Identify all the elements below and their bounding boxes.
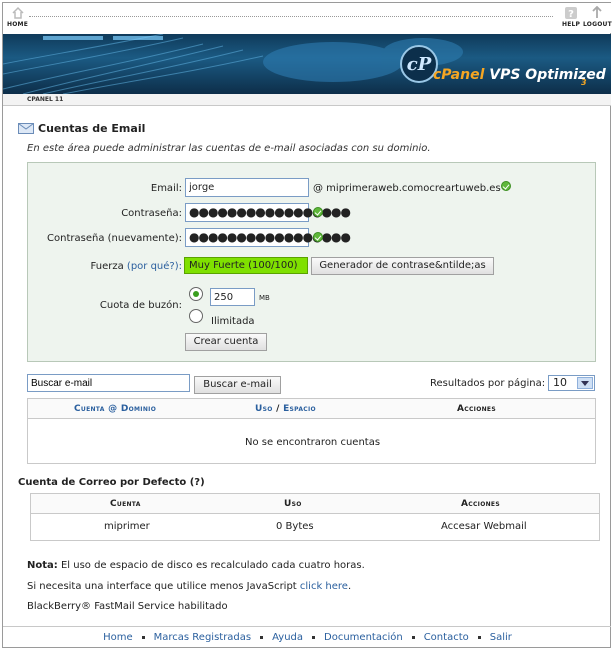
home-label: HOME — [7, 21, 28, 28]
strength-value: Muy Fuerte (100/100) — [189, 260, 298, 271]
footer-separator — [477, 635, 481, 639]
footer-logout-link[interactable]: Salir — [490, 632, 512, 643]
top-nav: HOME ? HELP LOGOUT — [3, 3, 612, 33]
footer-divider — [3, 626, 611, 627]
results-per-page-select[interactable]: 10 — [548, 375, 595, 391]
logout-icon — [592, 6, 603, 18]
header-banner: cP cPanel VPS Optimized 3 — [3, 34, 611, 94]
default-col-usage: Uso — [284, 499, 302, 509]
accounts-table: Cuenta @ Dominio Uso / Espacio Acciones … — [27, 398, 596, 464]
page-heading: Cuentas de Email — [18, 120, 145, 136]
svg-text:?: ? — [568, 9, 574, 20]
sort-by-usage[interactable]: Uso / Espacio — [255, 404, 316, 414]
results-per-page-label: Resultados por página: — [430, 378, 546, 389]
empty-message: No se encontraron cuentas — [245, 437, 381, 448]
default-account-heading: Cuenta de Correo por Defecto (?) — [18, 477, 205, 488]
strength-meter: Muy Fuerte (100/100) — [184, 257, 308, 274]
webmail-link[interactable]: Accesar Webmail — [441, 521, 527, 532]
quota-limited-radio[interactable] — [189, 287, 203, 301]
sort-by-account[interactable]: Cuenta @ Dominio — [74, 404, 156, 414]
create-account-form: Email: @ miprimeraweb.comocreartuweb.es … — [27, 162, 596, 362]
password-ok-icon — [313, 207, 323, 217]
js-note-end: . — [347, 581, 352, 592]
accounts-table-header: Cuenta @ Dominio Uso / Espacio Acciones — [28, 399, 595, 419]
network-cables-graphic: cP — [3, 34, 463, 94]
default-table-header: Cuenta Uso Acciones — [31, 494, 599, 514]
default-account-help[interactable]: (?) — [190, 477, 205, 488]
strength-why-link[interactable]: (por qué?): — [127, 261, 182, 272]
quota-input[interactable] — [210, 288, 255, 306]
page-title: Cuentas de Email — [38, 121, 146, 135]
col-actions: Acciones — [457, 404, 496, 414]
note-text: El uso de espacio de disco es recalculad… — [57, 560, 365, 571]
nav-divider — [29, 16, 553, 17]
click-here-link[interactable]: click here — [300, 581, 348, 592]
default-account-table: Cuenta Uso Acciones miprimer 0 Bytes Acc… — [30, 493, 600, 541]
password-confirm-field[interactable]: ●●●●●●●●●●●●●●●●● — [185, 228, 351, 247]
quota-unlimited-label: Ilimitada — [211, 316, 255, 327]
password-confirm-ok-icon — [313, 232, 323, 242]
help-label: HELP — [562, 21, 581, 28]
footer-trademarks-link[interactable]: Marcas Registradas — [154, 632, 252, 643]
logout-button[interactable]: LOGOUT — [583, 6, 612, 28]
email-field[interactable] — [185, 178, 309, 197]
breadcrumb-bar: CPANEL 11 — [3, 94, 611, 106]
version-label: CPANEL 11 — [27, 96, 64, 103]
default-col-account: Cuenta — [110, 499, 141, 509]
svg-text:cP: cP — [407, 54, 432, 75]
footer-help-link[interactable]: Ayuda — [272, 632, 303, 643]
footer-home-link[interactable]: Home — [103, 632, 133, 643]
col-domain: Dominio — [120, 404, 157, 414]
footer-links: Home Marcas Registradas Ayuda Documentación… — [0, 632, 615, 643]
email-ok-icon — [501, 181, 511, 191]
quota-unit: MB — [259, 294, 270, 302]
envelope-icon — [18, 123, 34, 134]
search-input[interactable] — [27, 374, 190, 392]
logout-label: LOGOUT — [583, 21, 612, 28]
col-at: @ — [108, 404, 118, 414]
default-account-title: Cuenta de Correo por Defecto — [18, 477, 187, 488]
page-intro: En este área puede administrar las cuent… — [27, 143, 431, 154]
strength-label: Fuerza — [90, 261, 124, 272]
search-button[interactable]: Buscar e-mail — [194, 376, 281, 394]
js-note-text: Si necesita una interface que utilice me… — [27, 581, 300, 592]
password-confirm-label: Contraseña (nuevamente): — [47, 233, 182, 244]
col-space: Espacio — [283, 404, 316, 414]
home-button[interactable]: HOME — [7, 6, 28, 28]
password-label: Contraseña: — [121, 208, 182, 219]
default-account-name: miprimer — [104, 521, 150, 532]
footer-separator — [260, 635, 264, 639]
footer-docs-link[interactable]: Documentación — [324, 632, 403, 643]
footer-separator — [312, 635, 316, 639]
quota-label: Cuota de buzón: — [99, 300, 182, 311]
note-label: Nota: — [27, 560, 58, 571]
results-per-page-value: 10 — [553, 376, 567, 389]
strength-label-group: Fuerza (por qué?): — [91, 261, 182, 272]
footer-contact-link[interactable]: Contacto — [424, 632, 469, 643]
logo-main: VPS Optimized — [489, 67, 606, 83]
logo-prefix: cPanel — [433, 67, 485, 83]
help-button[interactable]: ? HELP — [562, 6, 580, 28]
col-usage: Uso — [255, 404, 273, 414]
footer-separator — [141, 635, 145, 639]
col-slash: / — [276, 404, 280, 414]
logo-text: cPanel VPS Optimized — [433, 67, 606, 83]
password-field[interactable]: ●●●●●●●●●●●●●●●●● — [185, 203, 351, 222]
create-account-button[interactable]: Crear cuenta — [185, 333, 267, 351]
home-icon — [11, 6, 24, 19]
password-generator-button[interactable]: Generador de contrase&ntilde;as — [311, 257, 494, 275]
blackberry-link[interactable]: BlackBerry® FastMail Service habilitado — [27, 601, 228, 612]
disk-note: Nota: El uso de espacio de disco es reca… — [27, 560, 365, 571]
quota-unlimited-radio[interactable] — [189, 309, 203, 323]
default-col-actions: Acciones — [461, 499, 500, 509]
col-account: Cuenta — [74, 404, 105, 414]
chevron-down-icon[interactable] — [577, 377, 593, 389]
default-account-usage: 0 Bytes — [276, 521, 314, 532]
email-domain: @ miprimeraweb.comocreartuweb.es — [313, 183, 501, 194]
help-icon: ? — [565, 7, 578, 20]
javascript-note: Si necesita una interface que utilice me… — [27, 581, 351, 592]
logo-suffix: 3 — [581, 78, 587, 87]
email-label: Email: — [150, 183, 182, 194]
footer-separator — [411, 635, 415, 639]
